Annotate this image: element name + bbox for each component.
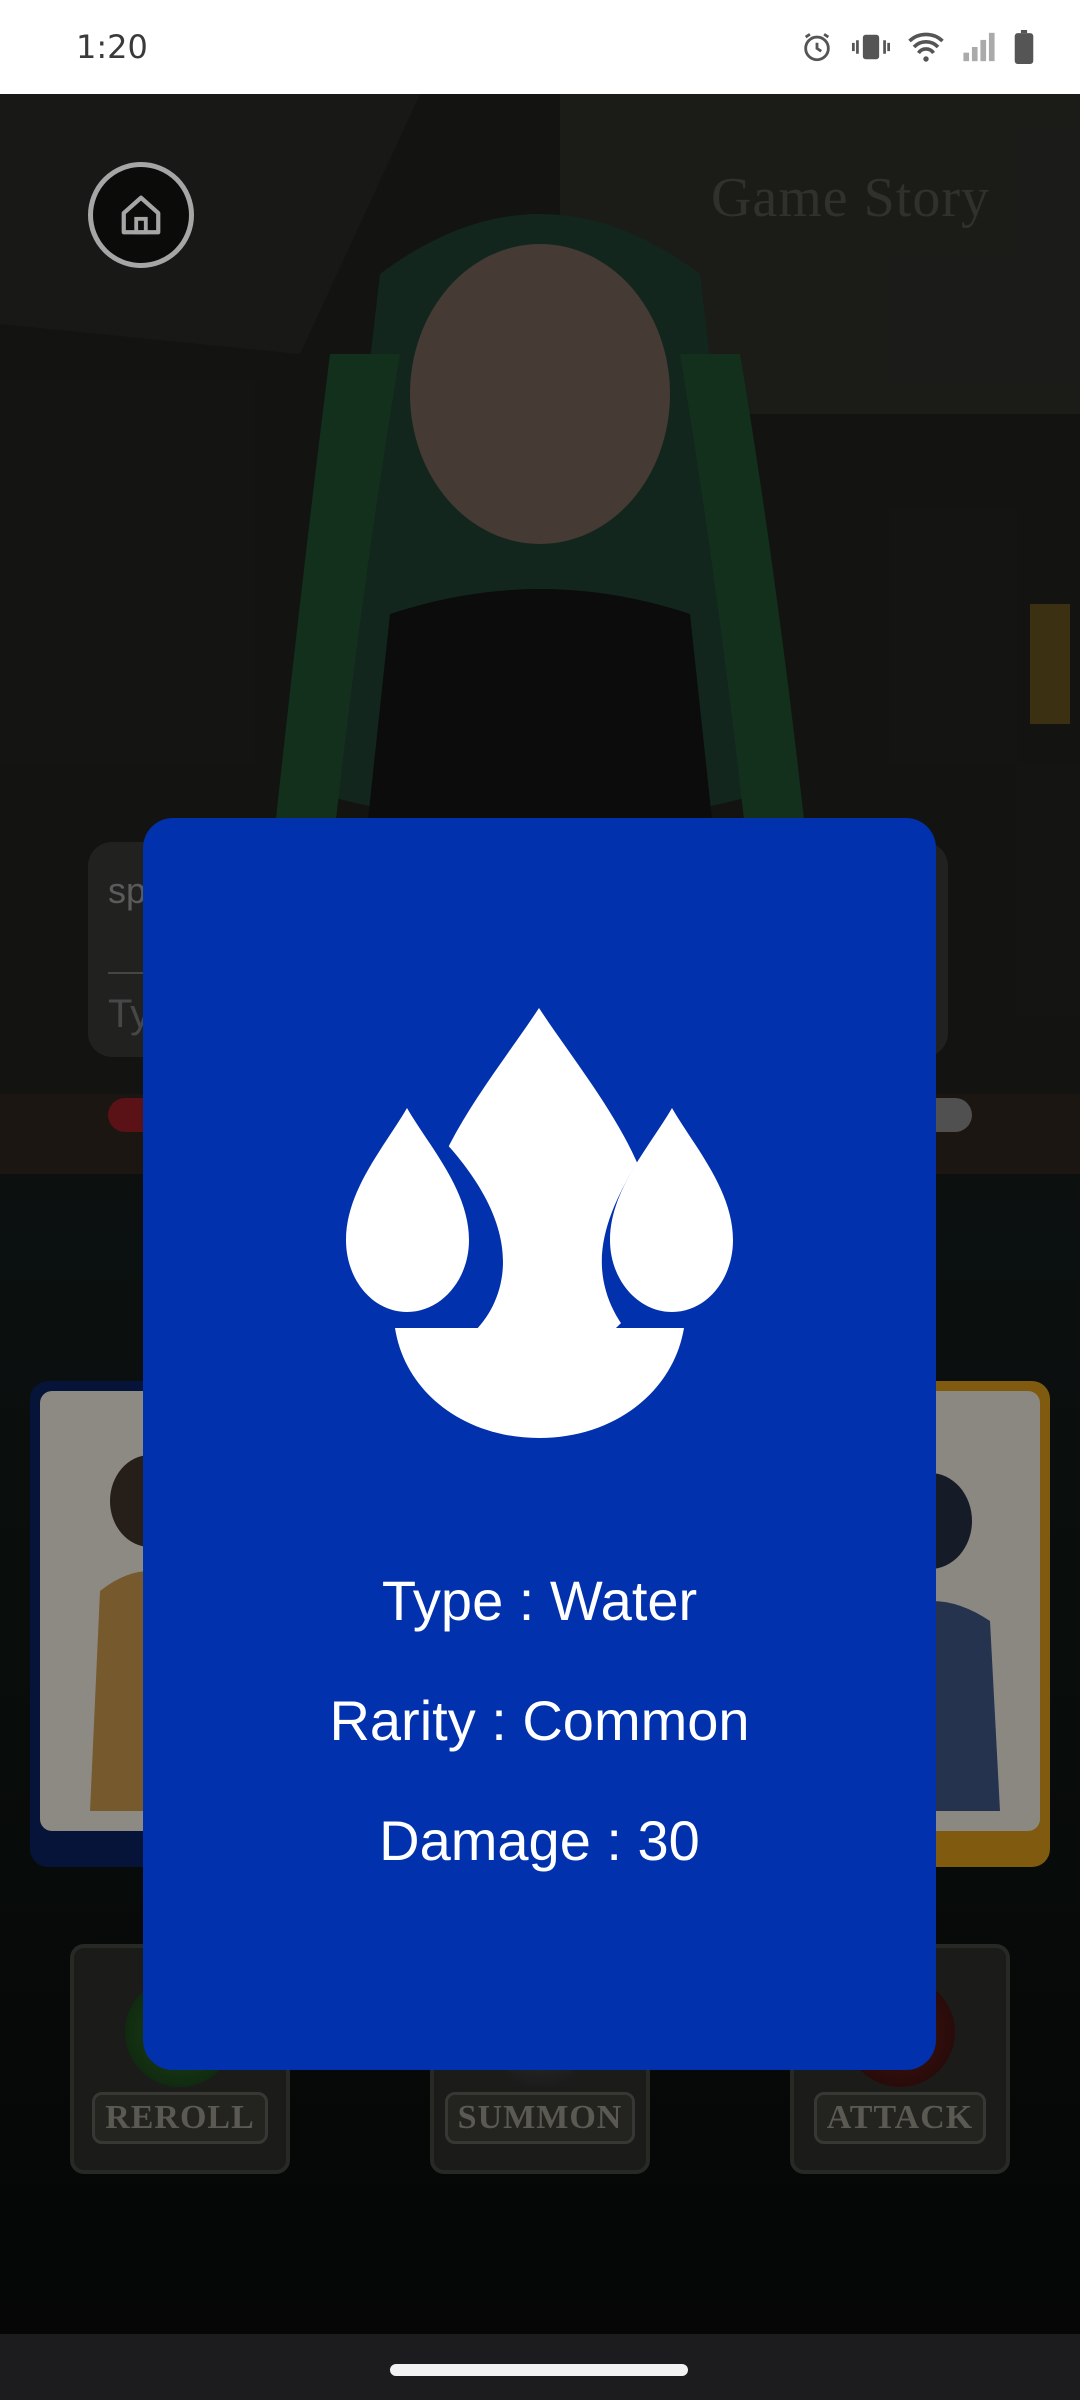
card-detail-modal[interactable]: Type : Water Rarity : Common Damage : 30 [143, 818, 936, 2070]
status-icons [800, 30, 1034, 64]
wifi-icon [908, 32, 944, 62]
card-type-text: Type : Water [381, 1569, 698, 1632]
alarm-icon [804, 33, 830, 62]
vibrate-icon [852, 34, 890, 60]
home-gesture-handle[interactable] [390, 2364, 688, 2376]
battery-icon [1014, 30, 1034, 64]
status-time: 1:20 [76, 28, 148, 66]
card-damage-text: Damage : 30 [379, 1809, 700, 1872]
signal-icon [963, 32, 995, 62]
status-bar: 1:20 [0, 0, 1080, 94]
system-navigation-bar [0, 2334, 1080, 2400]
water-drops-icon [343, 1008, 736, 1438]
card-rarity-text: Rarity : Common [329, 1689, 750, 1752]
